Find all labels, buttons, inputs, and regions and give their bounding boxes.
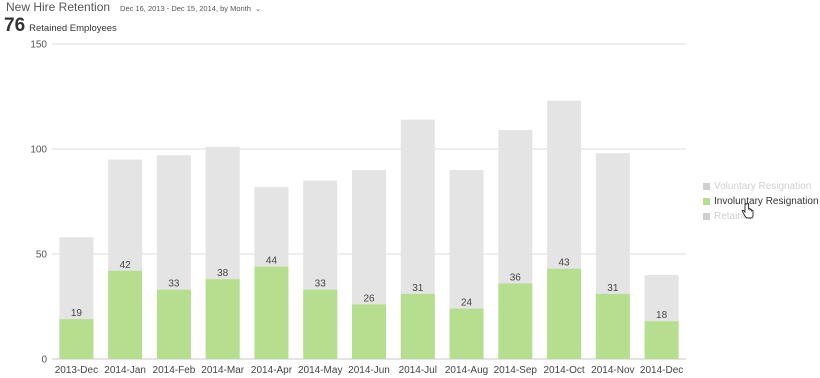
y-tick-label: 100 <box>30 145 47 156</box>
bar-value-label: 31 <box>412 283 424 294</box>
x-tick-label: 2014-Oct <box>544 365 585 376</box>
bar-value-label: 42 <box>120 260 132 271</box>
x-tick-label: 2014-Jan <box>104 365 146 376</box>
x-tick-label: 2014-Jul <box>399 365 437 376</box>
x-tick-label: 2014-Jun <box>348 365 390 376</box>
legend-item-involuntary[interactable]: Involuntary Resignation <box>703 194 819 209</box>
legend-item-retained[interactable]: Retained <box>703 209 819 224</box>
legend-swatch <box>703 213 710 220</box>
y-tick-label: 150 <box>30 40 47 51</box>
bar-involuntary <box>400 293 435 359</box>
legend-swatch <box>703 183 710 190</box>
bar-involuntary <box>156 289 191 359</box>
bar-value-label: 33 <box>168 279 180 290</box>
bar-chart: 0 50 100 150 19 2013-Dec 42 2014-Jan 33 2014-Feb 3… <box>30 40 686 376</box>
x-tick-label: 2013-Dec <box>55 365 98 376</box>
y-tick-label: 50 <box>36 250 48 261</box>
bar-involuntary <box>254 266 289 359</box>
bar-involuntary <box>644 321 679 359</box>
bar-involuntary <box>303 289 338 359</box>
bar-involuntary <box>108 270 143 359</box>
bar-value-label: 36 <box>510 272 522 283</box>
bar-involuntary <box>547 268 582 359</box>
x-tick-label: 2014-May <box>298 365 342 376</box>
bar-involuntary <box>59 319 94 359</box>
bar-involuntary <box>352 304 386 359</box>
x-tick-label: 2014-Dec <box>640 365 683 376</box>
bar-involuntary <box>595 293 630 359</box>
bar-value-label: 44 <box>266 256 278 267</box>
chart-legend: Voluntary Resignation Involuntary Resign… <box>703 179 819 224</box>
legend-label: Involuntary Resignation <box>714 196 819 207</box>
hand-pointer-icon <box>741 202 754 224</box>
legend-item-voluntary[interactable]: Voluntary Resignation <box>703 179 819 194</box>
y-tick-label: 0 <box>41 355 47 366</box>
bar-value-label: 24 <box>461 298 473 309</box>
x-tick-label: 2014-Aug <box>445 365 488 376</box>
bar-involuntary <box>449 308 484 359</box>
bar-value-label: 26 <box>363 293 375 304</box>
x-tick-label: 2014-Sep <box>494 365 538 376</box>
bar-value-label: 33 <box>315 279 327 290</box>
bar-value-label: 43 <box>559 258 571 269</box>
bar-value-label: 38 <box>217 268 229 279</box>
legend-swatch <box>703 198 710 205</box>
x-tick-label: 2014-Feb <box>153 365 196 376</box>
x-tick-label: 2014-Apr <box>251 365 293 376</box>
x-tick-label: 2014-Mar <box>201 365 244 376</box>
bar-value-label: 18 <box>656 310 668 321</box>
bar-involuntary <box>498 283 533 359</box>
legend-label: Voluntary Resignation <box>714 181 812 192</box>
bar-value-label: 19 <box>71 308 83 319</box>
x-tick-label: 2014-Nov <box>591 365 634 376</box>
bar-involuntary <box>205 279 240 359</box>
bar-value-label: 31 <box>607 283 619 294</box>
